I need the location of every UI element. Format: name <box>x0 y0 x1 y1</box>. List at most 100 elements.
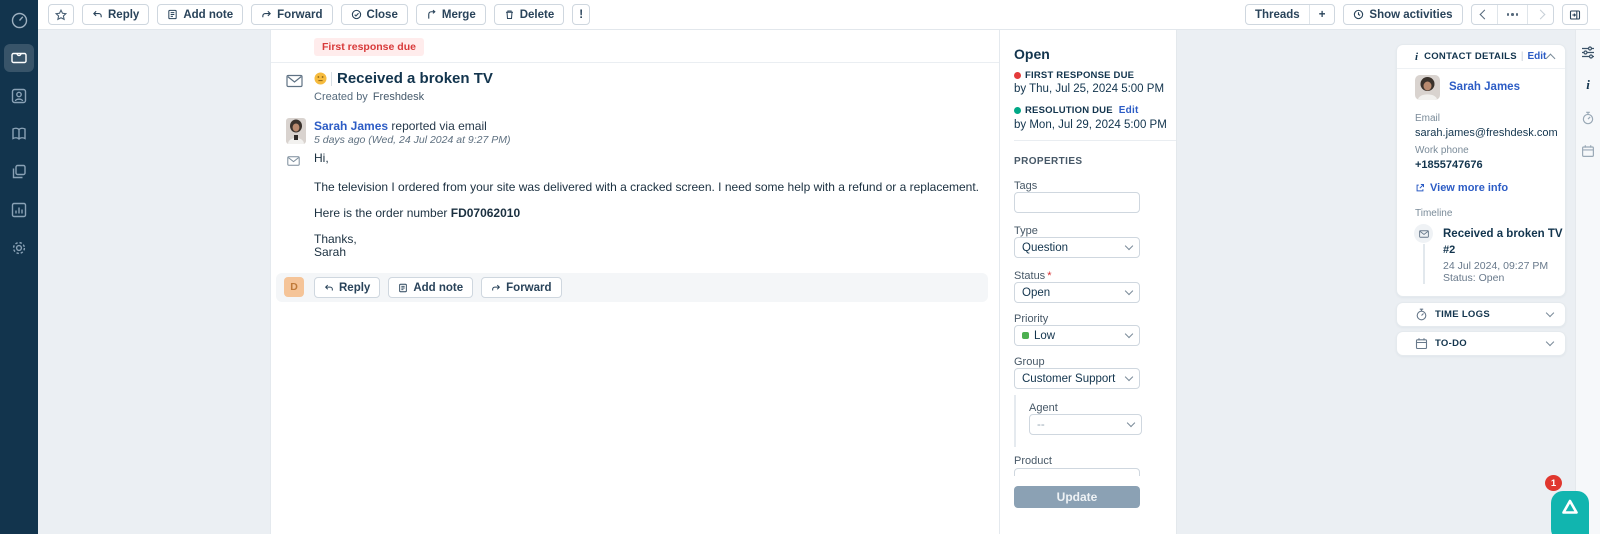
sidebar-item-contacts[interactable] <box>4 82 34 110</box>
email-source-icon <box>286 74 303 88</box>
show-activities-button[interactable]: Show activities <box>1343 4 1462 25</box>
trash-icon <box>504 9 515 20</box>
timeline-connector <box>1423 244 1425 284</box>
contact-name-link[interactable]: Sarah James <box>1449 81 1520 93</box>
forward-icon <box>261 9 272 20</box>
first-response-due-badge: First response due <box>314 38 424 56</box>
history-clock-icon <box>1353 9 1364 20</box>
delete-button[interactable]: Delete <box>494 4 565 25</box>
timeline-item-id: #2 <box>1443 244 1455 256</box>
merge-icon <box>426 9 437 20</box>
view-more-info-link[interactable]: View more info <box>1415 182 1508 194</box>
resolution-due-label: RESOLUTION DUE Edit <box>1014 105 1138 116</box>
status-select[interactable]: Open <box>1014 282 1140 303</box>
widget-icon-strip: i <box>1575 30 1600 534</box>
more-tickets-button[interactable] <box>1497 5 1528 24</box>
red-dot-icon <box>1014 72 1021 79</box>
previous-ticket-button[interactable] <box>1472 5 1497 24</box>
external-link-icon <box>1415 183 1425 193</box>
show-activities-label: Show activities <box>1369 9 1452 21</box>
work-phone-label: Work phone <box>1415 145 1469 156</box>
sidebar-item-solutions[interactable] <box>4 120 34 148</box>
new-thread-button[interactable]: + <box>1309 5 1335 24</box>
priority-select[interactable]: Low <box>1014 325 1140 346</box>
agent-field-group: Agent -- <box>1014 395 1156 447</box>
resolution-due-value: by Mon, Jul 29, 2024 5:00 PM <box>1014 119 1167 131</box>
ticket-properties-panel: Open FIRST RESPONSE DUE by Thu, Jul 25, … <box>1000 30 1177 534</box>
timeline-item-title[interactable]: Received a broken TV <box>1443 228 1563 240</box>
forward-button[interactable]: Forward <box>251 4 332 25</box>
agent-select[interactable]: -- <box>1029 414 1142 435</box>
group-select[interactable]: Customer Support <box>1014 368 1140 389</box>
type-select[interactable]: Question <box>1014 237 1140 258</box>
exclamation-label: ! <box>579 9 583 21</box>
tags-input[interactable] <box>1014 192 1140 213</box>
sidebar-item-admin[interactable] <box>4 234 34 262</box>
time-logs-strip-icon[interactable] <box>1577 107 1599 129</box>
spam-button[interactable]: ! <box>572 4 590 25</box>
collapse-panel-button[interactable] <box>1562 4 1588 25</box>
author-name-link[interactable]: Sarah James <box>314 119 388 133</box>
requester-avatar[interactable] <box>286 118 306 144</box>
todo-strip-icon[interactable] <box>1577 140 1599 162</box>
sentiment-emoji-icon <box>314 72 327 85</box>
sidebar-item-tickets[interactable] <box>4 44 34 72</box>
add-note-button[interactable]: Add note <box>157 4 243 25</box>
reply-button[interactable]: Reply <box>82 4 149 25</box>
message-paragraph: The television I ordered from your site … <box>314 181 1004 194</box>
quick-reply-button[interactable]: Reply <box>314 277 380 298</box>
freshworks-chat-widget[interactable] <box>1551 491 1589 534</box>
sidebar-item-analytics[interactable] <box>4 196 34 224</box>
time-logs-card[interactable]: TIME LOGS <box>1396 302 1566 327</box>
sidebar-item-forums[interactable] <box>4 158 34 186</box>
main-sidebar <box>0 0 38 534</box>
quick-add-note-button[interactable]: Add note <box>388 277 473 298</box>
conversation-panel: First response due Received a broken TV … <box>270 30 1000 534</box>
add-note-label: Add note <box>183 9 233 21</box>
forward-label: Forward <box>277 9 322 21</box>
circle-check-icon <box>351 9 362 20</box>
chevron-down-icon <box>1125 242 1133 250</box>
merge-button[interactable]: Merge <box>416 4 486 25</box>
resolution-edit-link[interactable]: Edit <box>1119 105 1139 116</box>
chevron-down-icon <box>1125 287 1133 295</box>
closing-line: Thanks, <box>314 233 1004 246</box>
star-button[interactable] <box>48 4 74 25</box>
chevron-down-icon <box>1546 338 1554 346</box>
message-body: Hi, The television I ordered from your s… <box>314 152 1004 259</box>
agent-avatar[interactable]: D <box>284 277 304 297</box>
todo-card[interactable]: TO-DO <box>1396 331 1566 356</box>
quick-add-note-label: Add note <box>413 282 463 294</box>
work-phone-value: +1855747676 <box>1415 159 1483 171</box>
customize-sliders-icon[interactable] <box>1577 41 1599 63</box>
contact-info-icon[interactable]: i <box>1577 74 1599 96</box>
freshdesk-logo-icon[interactable] <box>4 6 34 34</box>
group-label: Group <box>1014 356 1045 368</box>
priority-low-icon <box>1022 332 1029 339</box>
timer-icon <box>1415 308 1428 321</box>
title-divider <box>331 72 332 86</box>
contact-edit-link[interactable]: Edit <box>1527 51 1546 62</box>
product-label: Product <box>1014 455 1052 467</box>
quick-reply-label: Reply <box>339 282 370 294</box>
note-icon <box>167 9 178 20</box>
first-response-due-label: FIRST RESPONSE DUE <box>1014 70 1134 81</box>
close-button[interactable]: Close <box>341 4 408 25</box>
threads-button[interactable]: Threads <box>1246 5 1309 24</box>
green-dot-icon <box>1014 107 1021 114</box>
quick-forward-button[interactable]: Forward <box>481 277 561 298</box>
next-ticket-button[interactable] <box>1527 5 1553 24</box>
status-label: Status* <box>1014 270 1051 282</box>
chat-notification-badge[interactable]: 1 <box>1545 475 1562 491</box>
ticket-status-heading: Open <box>1014 46 1050 62</box>
freshworks-logo-icon <box>1560 498 1580 517</box>
star-icon <box>55 9 67 21</box>
chevron-up-icon[interactable] <box>1546 53 1556 63</box>
order-number: FD07062010 <box>451 206 520 220</box>
update-button[interactable]: Update <box>1014 486 1140 508</box>
delete-label: Delete <box>520 9 555 21</box>
priority-value: Low <box>1034 330 1055 342</box>
toolbar-right-actions: Threads + Show activities <box>1245 4 1588 25</box>
calendar-icon <box>1415 337 1428 350</box>
contact-avatar[interactable] <box>1415 75 1440 100</box>
